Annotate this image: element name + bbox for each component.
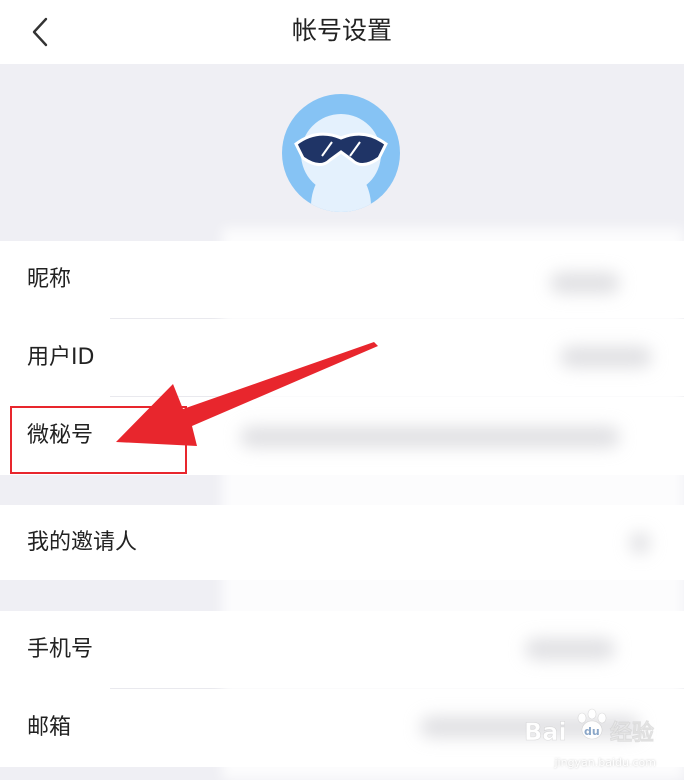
avatar[interactable] xyxy=(282,94,400,212)
avatar-sunglasses-icon xyxy=(282,94,400,212)
watermark-logo: Bai du 经验 xyxy=(524,708,654,746)
annotation-highlight-box xyxy=(10,406,187,474)
baidu-jingyan-watermark: Bai du 经验 jingyan.baidu.com xyxy=(520,708,670,769)
svg-text:du: du xyxy=(584,725,600,738)
blurred-value xyxy=(550,272,620,294)
blurred-value xyxy=(560,346,652,368)
blurred-values-overlay xyxy=(222,228,684,780)
svg-text:经验: 经验 xyxy=(610,720,654,746)
watermark-url: jingyan.baidu.com xyxy=(554,756,656,769)
avatar-section xyxy=(0,64,684,240)
blurred-value xyxy=(630,532,650,554)
blurred-value xyxy=(525,638,615,660)
top-nav-bar: 帐号设置 xyxy=(0,0,684,64)
page-title: 帐号设置 xyxy=(291,16,392,45)
row-label: 邮箱 xyxy=(27,715,72,740)
row-label: 手机号 xyxy=(27,637,94,662)
row-label: 我的邀请人 xyxy=(27,530,138,555)
row-label: 用户ID xyxy=(27,345,95,370)
svg-text:Bai: Bai xyxy=(524,718,567,746)
row-label: 昵称 xyxy=(27,267,72,292)
blurred-value xyxy=(240,426,620,448)
